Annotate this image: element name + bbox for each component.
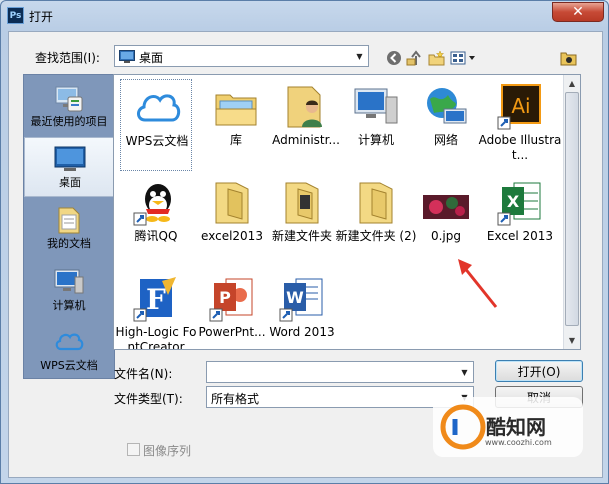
up-folder-icon[interactable] [405, 48, 425, 68]
place-recent-items[interactable]: 最近使用的项目 [24, 77, 114, 137]
user-folder-icon [287, 86, 322, 128]
powerpoint-icon: P [209, 278, 253, 322]
file-name: 网络 [433, 133, 458, 147]
file-name: 新建文件夹 [271, 229, 332, 243]
file-item-wps-cloud[interactable]: WPS云文档 [120, 79, 192, 171]
open-dialog: Ps 打开 ✕ 查找范围(I): 桌面 ▼ 最近使用的项目 桌面 我的文档 计算… [0, 0, 609, 484]
watermark-brand: 酷知网 [486, 415, 546, 439]
excel-icon: X [497, 182, 541, 226]
file-item-powerpoint[interactable]: P PowerPnt... [196, 271, 268, 349]
file-item-excel2013-folder[interactable]: excel2013 [196, 175, 268, 267]
view-menu-icon[interactable] [450, 48, 478, 68]
file-name: Word 2013 [269, 325, 335, 339]
image-sequence-label: 图像序列 [143, 444, 192, 458]
watermark-url: www.coozhi.com [485, 438, 552, 447]
file-name: WPS云文档 [125, 134, 189, 148]
open-button[interactable]: 打开(O) [495, 360, 583, 382]
file-name: High-Logic FontCreator [115, 325, 197, 350]
image-file-icon [423, 195, 469, 219]
cloud-icon [55, 333, 84, 351]
file-item-administrator[interactable]: Administr... [270, 79, 342, 171]
illustrator-icon: Ai [497, 84, 541, 130]
place-label: 桌面 [59, 176, 81, 189]
place-documents[interactable]: 我的文档 [24, 199, 114, 259]
svg-text:F: F [146, 283, 166, 316]
title-bar: Ps 打开 ✕ [1, 1, 608, 31]
file-name: Excel 2013 [486, 229, 554, 243]
scroll-down-icon[interactable]: ▼ [564, 332, 580, 348]
file-item-fontcreator[interactable]: F High-Logic FontCreator [116, 271, 196, 349]
network-icon [427, 88, 467, 124]
filename-combo[interactable]: ▼ [206, 361, 474, 383]
close-button[interactable]: ✕ [552, 2, 604, 22]
file-item-qq[interactable]: 腾讯QQ [120, 175, 192, 267]
look-in-label: 查找范围(I): [35, 51, 100, 65]
desktop-small-icon [119, 50, 135, 63]
desktop-icon [54, 146, 86, 171]
dialog-title: 打开 [29, 10, 54, 24]
library-icon [215, 94, 257, 126]
computer-icon [354, 88, 398, 124]
scroll-thumb[interactable] [565, 92, 579, 326]
filetype-value: 所有格式 [211, 392, 260, 406]
svg-text:W: W [286, 288, 304, 307]
documents-icon [58, 207, 80, 234]
bridge-folder-icon[interactable] [559, 48, 579, 68]
file-name: Adobe Illustrat... [478, 133, 562, 162]
place-label: 计算机 [52, 299, 86, 312]
annotation-arrow [458, 259, 498, 308]
folder-icon [285, 182, 319, 224]
filetype-label: 文件类型(T): [114, 392, 183, 406]
fontcreator-icon: F [133, 277, 176, 322]
svg-text:X: X [507, 192, 520, 211]
qq-icon [133, 184, 171, 226]
file-item-word[interactable]: W Word 2013 [266, 271, 338, 349]
file-item-computer[interactable]: 计算机 [340, 79, 412, 171]
file-item-network[interactable]: 网络 [410, 79, 482, 171]
file-item-library[interactable]: 库 [200, 79, 272, 171]
file-item-illustrator[interactable]: Ai Adobe Illustrat... [479, 79, 561, 171]
filename-label: 文件名(N): [114, 367, 173, 381]
look-in-combo[interactable]: 桌面 ▼ [114, 45, 369, 67]
folder-icon [215, 182, 249, 224]
image-sequence-checkbox[interactable] [127, 443, 140, 456]
svg-text:Ai: Ai [511, 94, 530, 118]
new-folder-icon[interactable] [427, 48, 447, 68]
place-computer[interactable]: 计算机 [24, 261, 114, 321]
look-in-value: 桌面 [139, 51, 164, 65]
word-icon: W [279, 278, 323, 322]
places-bar: 最近使用的项目 桌面 我的文档 计算机 WPS云文档 [23, 74, 115, 379]
place-desktop[interactable]: 桌面 [24, 137, 114, 197]
place-label: 我的文档 [47, 237, 91, 250]
vertical-scrollbar[interactable]: ▲ ▼ [563, 75, 580, 349]
scroll-up-icon[interactable]: ▲ [564, 75, 580, 91]
computer-icon [54, 269, 84, 294]
file-item-new-folder[interactable]: 新建文件夹 [266, 175, 338, 267]
place-wps-cloud[interactable]: WPS云文档 [24, 321, 114, 381]
photoshop-app-icon: Ps [7, 7, 24, 24]
chevron-down-icon[interactable]: ▼ [351, 46, 368, 66]
place-label: WPS云文档 [40, 359, 98, 372]
file-item-0-jpg[interactable]: 0.jpg [410, 175, 482, 267]
svg-text:P: P [219, 288, 231, 307]
cloud-icon [137, 94, 181, 122]
file-name: 腾讯QQ [134, 229, 178, 243]
chevron-down-icon[interactable]: ▼ [456, 362, 473, 382]
file-item-excel[interactable]: X Excel 2013 [484, 175, 556, 267]
folder-icon [359, 182, 393, 224]
back-icon[interactable] [384, 48, 404, 68]
file-list-pane[interactable]: WPS云文档 库 Administr... 计算机 网络 Ai Adobe Il… [113, 74, 581, 350]
file-name: 0.jpg [430, 229, 462, 243]
file-item-new-folder-2[interactable]: 新建文件夹 (2) [336, 175, 416, 267]
recent-items-icon [55, 86, 83, 112]
place-label: 最近使用的项目 [30, 115, 108, 128]
